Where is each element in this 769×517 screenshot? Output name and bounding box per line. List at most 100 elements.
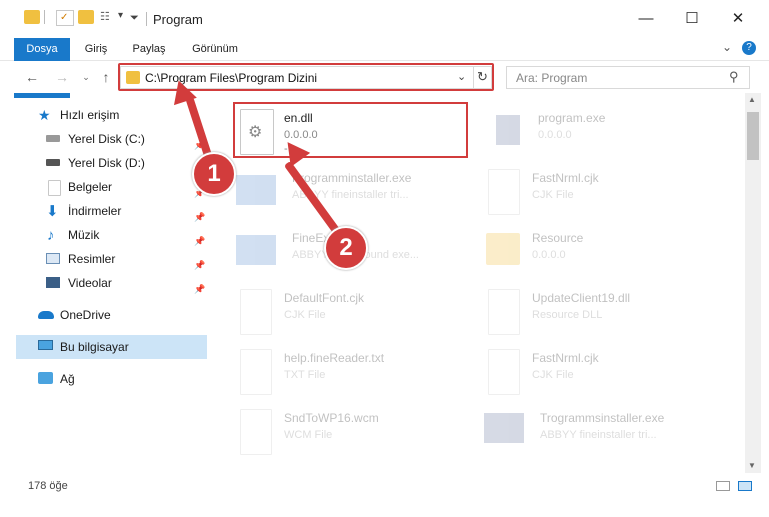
search-input[interactable]: Ara: Program ⚲ (506, 66, 750, 89)
download-arrow-icon: ⬇ (46, 203, 59, 220)
details-view-icon[interactable] (716, 481, 730, 491)
star-icon: ★ (38, 107, 51, 123)
window-title: Program (153, 12, 203, 27)
ribbon-expand-icon[interactable]: ⌄ (722, 40, 732, 54)
sidebar-item-label: Videolar (68, 276, 112, 290)
file-desc: CJK File (532, 369, 574, 381)
address-bar: ← → ⌄ ↑ C:\Program Files\Program Dizini … (0, 61, 769, 93)
item-count: 178 öğe (28, 480, 68, 492)
title-bar: ✓ ☷ ▾ ⏷ Program — ☐ ✕ (0, 0, 769, 38)
folder-icon (486, 233, 520, 265)
file-item[interactable]: Resource 0.0.0.0 (484, 221, 724, 281)
file-desc: CJK File (532, 189, 574, 201)
file-icon (488, 349, 520, 395)
sidebar-item-pictures[interactable]: Resimler 📌 (0, 247, 209, 271)
file-item[interactable]: program.exe 0.0.0.0 (488, 101, 728, 161)
close-button[interactable]: ✕ (715, 6, 761, 32)
tab-home[interactable]: Giriş (78, 38, 114, 60)
step-badge-2: 2 (324, 226, 368, 270)
file-icon (488, 169, 520, 215)
new-folder-icon[interactable] (78, 10, 94, 24)
file-item[interactable]: Programminstaller.exe ABBYY fineinstalle… (236, 161, 476, 221)
large-icons-view-icon[interactable] (738, 481, 752, 491)
forward-arrow-icon[interactable]: → (52, 67, 72, 87)
file-item[interactable]: FastNrml.cjk CJK File (484, 341, 724, 401)
file-name: FastNrml.cjk (532, 351, 599, 365)
recent-locations-icon[interactable]: ⌄ (76, 67, 96, 87)
back-arrow-icon[interactable]: ← (22, 67, 42, 87)
maximize-button[interactable]: ☐ (669, 6, 715, 32)
file-item[interactable]: help.fineReader.txt TXT File (236, 341, 476, 401)
sidebar-item-local-disk-c[interactable]: Yerel Disk (C:) 📌 (0, 127, 209, 151)
sidebar-item-label: Müzik (68, 228, 100, 242)
sidebar-item-onedrive[interactable]: OneDrive (0, 303, 209, 327)
exe-icon (496, 115, 520, 145)
installer-icon (236, 175, 276, 205)
sidebar-item-downloads[interactable]: ⬇ İndirmeler 📌 (0, 199, 209, 223)
music-note-icon: ♪ (47, 227, 55, 244)
file-name: FastNrml.cjk (532, 171, 599, 185)
scroll-down-icon[interactable]: ▼ (748, 461, 756, 470)
scroll-up-icon[interactable]: ▲ (748, 95, 756, 104)
drive-icon (46, 159, 60, 166)
file-name: SndToWP16.wcm (284, 411, 379, 425)
cloud-icon (38, 311, 54, 319)
network-icon (38, 372, 53, 384)
sidebar-item-label: OneDrive (60, 308, 111, 322)
file-item[interactable]: DefaultFont.cjk CJK File (236, 281, 476, 341)
file-item[interactable]: SndToWP16.wcm WCM File (236, 401, 476, 461)
tab-share[interactable]: Paylaş (124, 38, 174, 60)
chevron-down-icon[interactable]: ▾ (118, 10, 123, 21)
navigation-pane: ★ Hızlı erişim Yerel Disk (C:) 📌 Yerel D… (0, 93, 209, 473)
sidebar-item-label: Belgeler (68, 180, 113, 194)
quick-access-toolbar-menu-icon[interactable]: ⏷ (130, 12, 139, 25)
tab-view[interactable]: Görünüm (184, 38, 246, 60)
file-name: DefaultFont.cjk (284, 291, 365, 305)
sidebar-item-this-pc[interactable]: Bu bilgisayar (16, 335, 207, 359)
computer-icon (38, 340, 53, 350)
file-name: UpdateClient19.dll (532, 291, 631, 305)
status-bar: 178 öğe (0, 473, 769, 497)
pin-icon: 📌 (194, 284, 206, 294)
sidebar-item-quick-access[interactable]: ★ Hızlı erişim (0, 103, 209, 127)
file-item[interactable]: UpdateClient19.dll Resource DLL (484, 281, 724, 341)
separator (44, 10, 45, 24)
dll-gear-icon (488, 289, 520, 335)
file-name: help.fineReader.txt (284, 351, 385, 365)
file-desc: 0.0.0.0 (538, 129, 572, 141)
file-desc: Resource DLL (532, 309, 603, 321)
file-icon (240, 409, 272, 455)
sidebar-item-label: Bu bilgisayar (60, 340, 129, 354)
sidebar-item-documents[interactable]: Belgeler 📌 (0, 175, 209, 199)
sidebar-item-label: Yerel Disk (D:) (68, 156, 145, 170)
file-item[interactable]: FastNrml.cjk CJK File (484, 161, 724, 221)
file-item[interactable]: Trogrammsinstaller.exe ABBYY fineinstall… (484, 401, 724, 461)
customize-icon[interactable]: ☷ (100, 10, 116, 24)
scrollbar-thumb[interactable] (747, 112, 759, 160)
documents-icon (48, 180, 61, 196)
sidebar-item-local-disk-d[interactable]: Yerel Disk (D:) 📌 (0, 151, 209, 175)
file-name: Programminstaller.exe (292, 171, 412, 185)
up-arrow-icon[interactable]: ↑ (96, 67, 116, 87)
sidebar-item-network[interactable]: Ağ (0, 367, 209, 391)
drive-icon (46, 135, 60, 142)
file-desc: ABBYY fineinstaller tri... (540, 429, 657, 441)
pictures-icon (46, 253, 60, 264)
separator (146, 12, 147, 26)
sidebar-item-label: Yerel Disk (C:) (68, 132, 145, 146)
file-desc: WCM File (284, 429, 333, 441)
help-icon[interactable]: ? (742, 41, 756, 55)
search-placeholder: Ara: Program (516, 71, 588, 85)
video-icon (46, 277, 60, 288)
search-icon[interactable]: ⚲ (729, 69, 739, 85)
file-highlight-box (233, 102, 468, 158)
sidebar-item-videos[interactable]: Videolar 📌 (0, 271, 209, 295)
exe-icon (236, 235, 276, 265)
minimize-button[interactable]: — (623, 6, 669, 32)
file-name: program.exe (538, 111, 606, 125)
sidebar-item-music[interactable]: ♪ Müzik 📌 (0, 223, 209, 247)
bottom-strip (0, 497, 769, 517)
properties-icon[interactable]: ✓ (56, 10, 74, 26)
sidebar-item-label: Resimler (68, 252, 116, 266)
file-icon (240, 289, 272, 335)
